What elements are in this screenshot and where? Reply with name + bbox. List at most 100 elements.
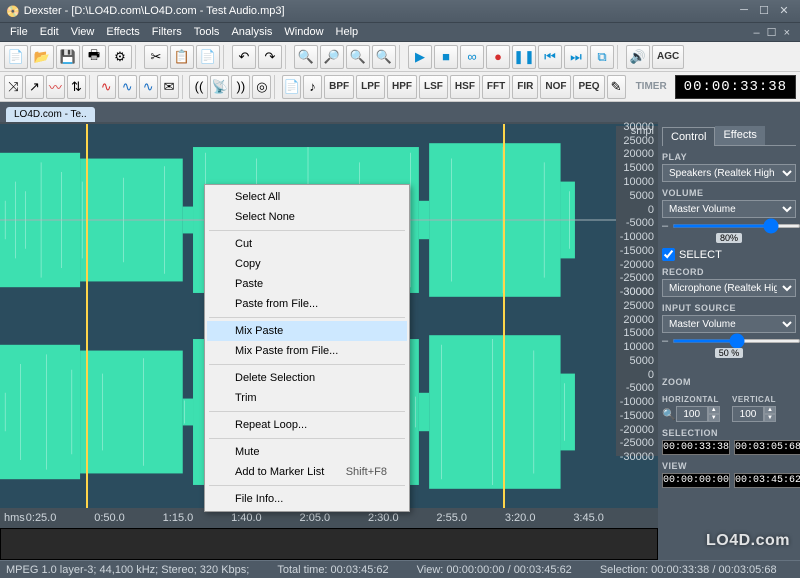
shuffle-icon[interactable]: ⤨: [4, 75, 23, 99]
bpf-button[interactable]: BPF: [324, 75, 354, 99]
ctx-delete-selection[interactable]: Delete Selection: [207, 368, 407, 388]
view-start[interactable]: 00:00:00:00: [662, 473, 730, 488]
fir-button[interactable]: FIR: [512, 75, 538, 99]
zoom-in-button[interactable]: 🔍: [294, 45, 318, 69]
tab-control[interactable]: Control: [662, 127, 715, 146]
menu-filters[interactable]: Filters: [146, 26, 188, 38]
fade-icon[interactable]: ↗: [25, 75, 44, 99]
select-checkbox[interactable]: SELECT: [662, 248, 796, 261]
radio-right-icon[interactable]: )): [231, 75, 250, 99]
input-source-select[interactable]: Master Volume: [662, 315, 796, 333]
ctx-add-to-marker-list[interactable]: Add to Marker ListShift+F8: [207, 462, 407, 482]
print-button[interactable]: 🖶: [82, 45, 106, 69]
close-button[interactable]: ✕: [774, 4, 794, 18]
zoom-v-spinner[interactable]: ▲▼: [732, 406, 796, 422]
toolbar-row-1: 📄 📂 💾 🖶 ⚙ ✂ 📋 📄 ↶ ↷ 🔍 🔎 🔍 🔍 ▶ ■ ∞ ● ❚❚ ⏮…: [0, 42, 800, 72]
agc-button[interactable]: AGC: [652, 45, 684, 69]
radio-left-icon[interactable]: ((: [189, 75, 208, 99]
gain-icon[interactable]: 〰: [46, 75, 65, 99]
menu-analysis[interactable]: Analysis: [225, 26, 278, 38]
open-button[interactable]: 📂: [30, 45, 54, 69]
lsf-button[interactable]: LSF: [419, 75, 448, 99]
doc-icon[interactable]: 📄: [282, 75, 301, 99]
ripple-icon[interactable]: ◎: [252, 75, 271, 99]
timer-label: TIMER: [630, 81, 673, 92]
stop-button[interactable]: ■: [434, 45, 458, 69]
ctx-select-none[interactable]: Select None: [207, 207, 407, 227]
skip-fwd-button[interactable]: ⏭: [564, 45, 588, 69]
wave3-icon[interactable]: ∿: [139, 75, 158, 99]
note-icon[interactable]: ♪: [303, 75, 322, 99]
menu-window[interactable]: Window: [278, 26, 329, 38]
marker-button[interactable]: ⧉: [590, 45, 614, 69]
hsf-button[interactable]: HSF: [450, 75, 480, 99]
ctx-copy[interactable]: Copy: [207, 254, 407, 274]
mail-icon[interactable]: ✉: [160, 75, 179, 99]
tab-effects[interactable]: Effects: [715, 126, 764, 145]
vol-minus[interactable]: –: [662, 220, 668, 232]
radio-icon[interactable]: 📡: [210, 75, 229, 99]
ctx-cut[interactable]: Cut: [207, 234, 407, 254]
input-source-label: INPUT SOURCE: [662, 303, 796, 313]
view-end[interactable]: 00:03:45:62: [734, 473, 800, 488]
record-button[interactable]: ●: [486, 45, 510, 69]
maximize-button[interactable]: ☐: [754, 4, 774, 18]
menu-edit[interactable]: Edit: [34, 26, 65, 38]
redo-button[interactable]: ↷: [258, 45, 282, 69]
record-device-select[interactable]: Microphone (Realtek High D: [662, 279, 796, 297]
menu-view[interactable]: View: [65, 26, 101, 38]
ctx-select-all[interactable]: Select All: [207, 187, 407, 207]
wave2-icon[interactable]: ∿: [118, 75, 137, 99]
zoom-fit-button[interactable]: 🔍: [346, 45, 370, 69]
menu-help[interactable]: Help: [330, 26, 365, 38]
mix-icon[interactable]: ⇅: [67, 75, 86, 99]
ctx-file-info-[interactable]: File Info...: [207, 489, 407, 509]
pause-button[interactable]: ❚❚: [512, 45, 536, 69]
sel-start[interactable]: 00:00:33:38: [662, 440, 730, 455]
ctx-repeat-loop-[interactable]: Repeat Loop...: [207, 415, 407, 435]
ctx-paste[interactable]: Paste: [207, 274, 407, 294]
copy-button[interactable]: 📋: [170, 45, 194, 69]
loop-button[interactable]: ∞: [460, 45, 484, 69]
volume-source-select[interactable]: Master Volume: [662, 200, 796, 218]
fft-button[interactable]: FFT: [482, 75, 510, 99]
nof-button[interactable]: NOF: [540, 75, 571, 99]
volume-slider[interactable]: [672, 224, 800, 228]
play-button[interactable]: ▶: [408, 45, 432, 69]
child-window-controls[interactable]: – ☐ ×: [749, 26, 796, 39]
minimize-button[interactable]: ─: [734, 4, 754, 18]
input-minus[interactable]: –: [662, 335, 668, 347]
pencil-icon[interactable]: ✎: [607, 75, 626, 99]
speaker-button[interactable]: 🔊: [626, 45, 650, 69]
zoom-h-spinner[interactable]: 🔍▲▼: [662, 406, 726, 422]
new-button[interactable]: 📄: [4, 45, 28, 69]
selection-label: SELECTION: [662, 428, 796, 438]
menu-effects[interactable]: Effects: [100, 26, 145, 38]
volume-label: VOLUME: [662, 188, 796, 198]
overview-bar[interactable]: [0, 528, 658, 560]
input-slider[interactable]: [672, 339, 800, 343]
hpf-button[interactable]: HPF: [387, 75, 417, 99]
peq-button[interactable]: PEQ: [573, 75, 604, 99]
ctx-mute[interactable]: Mute: [207, 442, 407, 462]
wave1-icon[interactable]: ∿: [97, 75, 116, 99]
zoom-out-button[interactable]: 🔎: [320, 45, 344, 69]
file-tab[interactable]: LO4D.com - Te..: [6, 107, 95, 122]
ctx-mix-paste-from-file-[interactable]: Mix Paste from File...: [207, 341, 407, 361]
menu-tools[interactable]: Tools: [188, 26, 226, 38]
menu-file[interactable]: File: [4, 26, 34, 38]
skip-back-button[interactable]: ⏮: [538, 45, 562, 69]
play-device-select[interactable]: Speakers (Realtek High Def: [662, 164, 796, 182]
ctx-trim[interactable]: Trim: [207, 388, 407, 408]
zoom-v-label: VERTICAL: [732, 395, 796, 404]
zoom-sel-button[interactable]: 🔍: [372, 45, 396, 69]
undo-button[interactable]: ↶: [232, 45, 256, 69]
settings-button[interactable]: ⚙: [108, 45, 132, 69]
save-button[interactable]: 💾: [56, 45, 80, 69]
paste-button[interactable]: 📄: [196, 45, 220, 69]
ctx-paste-from-file-[interactable]: Paste from File...: [207, 294, 407, 314]
cut-button[interactable]: ✂: [144, 45, 168, 69]
ctx-mix-paste[interactable]: Mix Paste: [207, 321, 407, 341]
sel-end[interactable]: 00:03:05:68: [734, 440, 800, 455]
lpf-button[interactable]: LPF: [356, 75, 385, 99]
